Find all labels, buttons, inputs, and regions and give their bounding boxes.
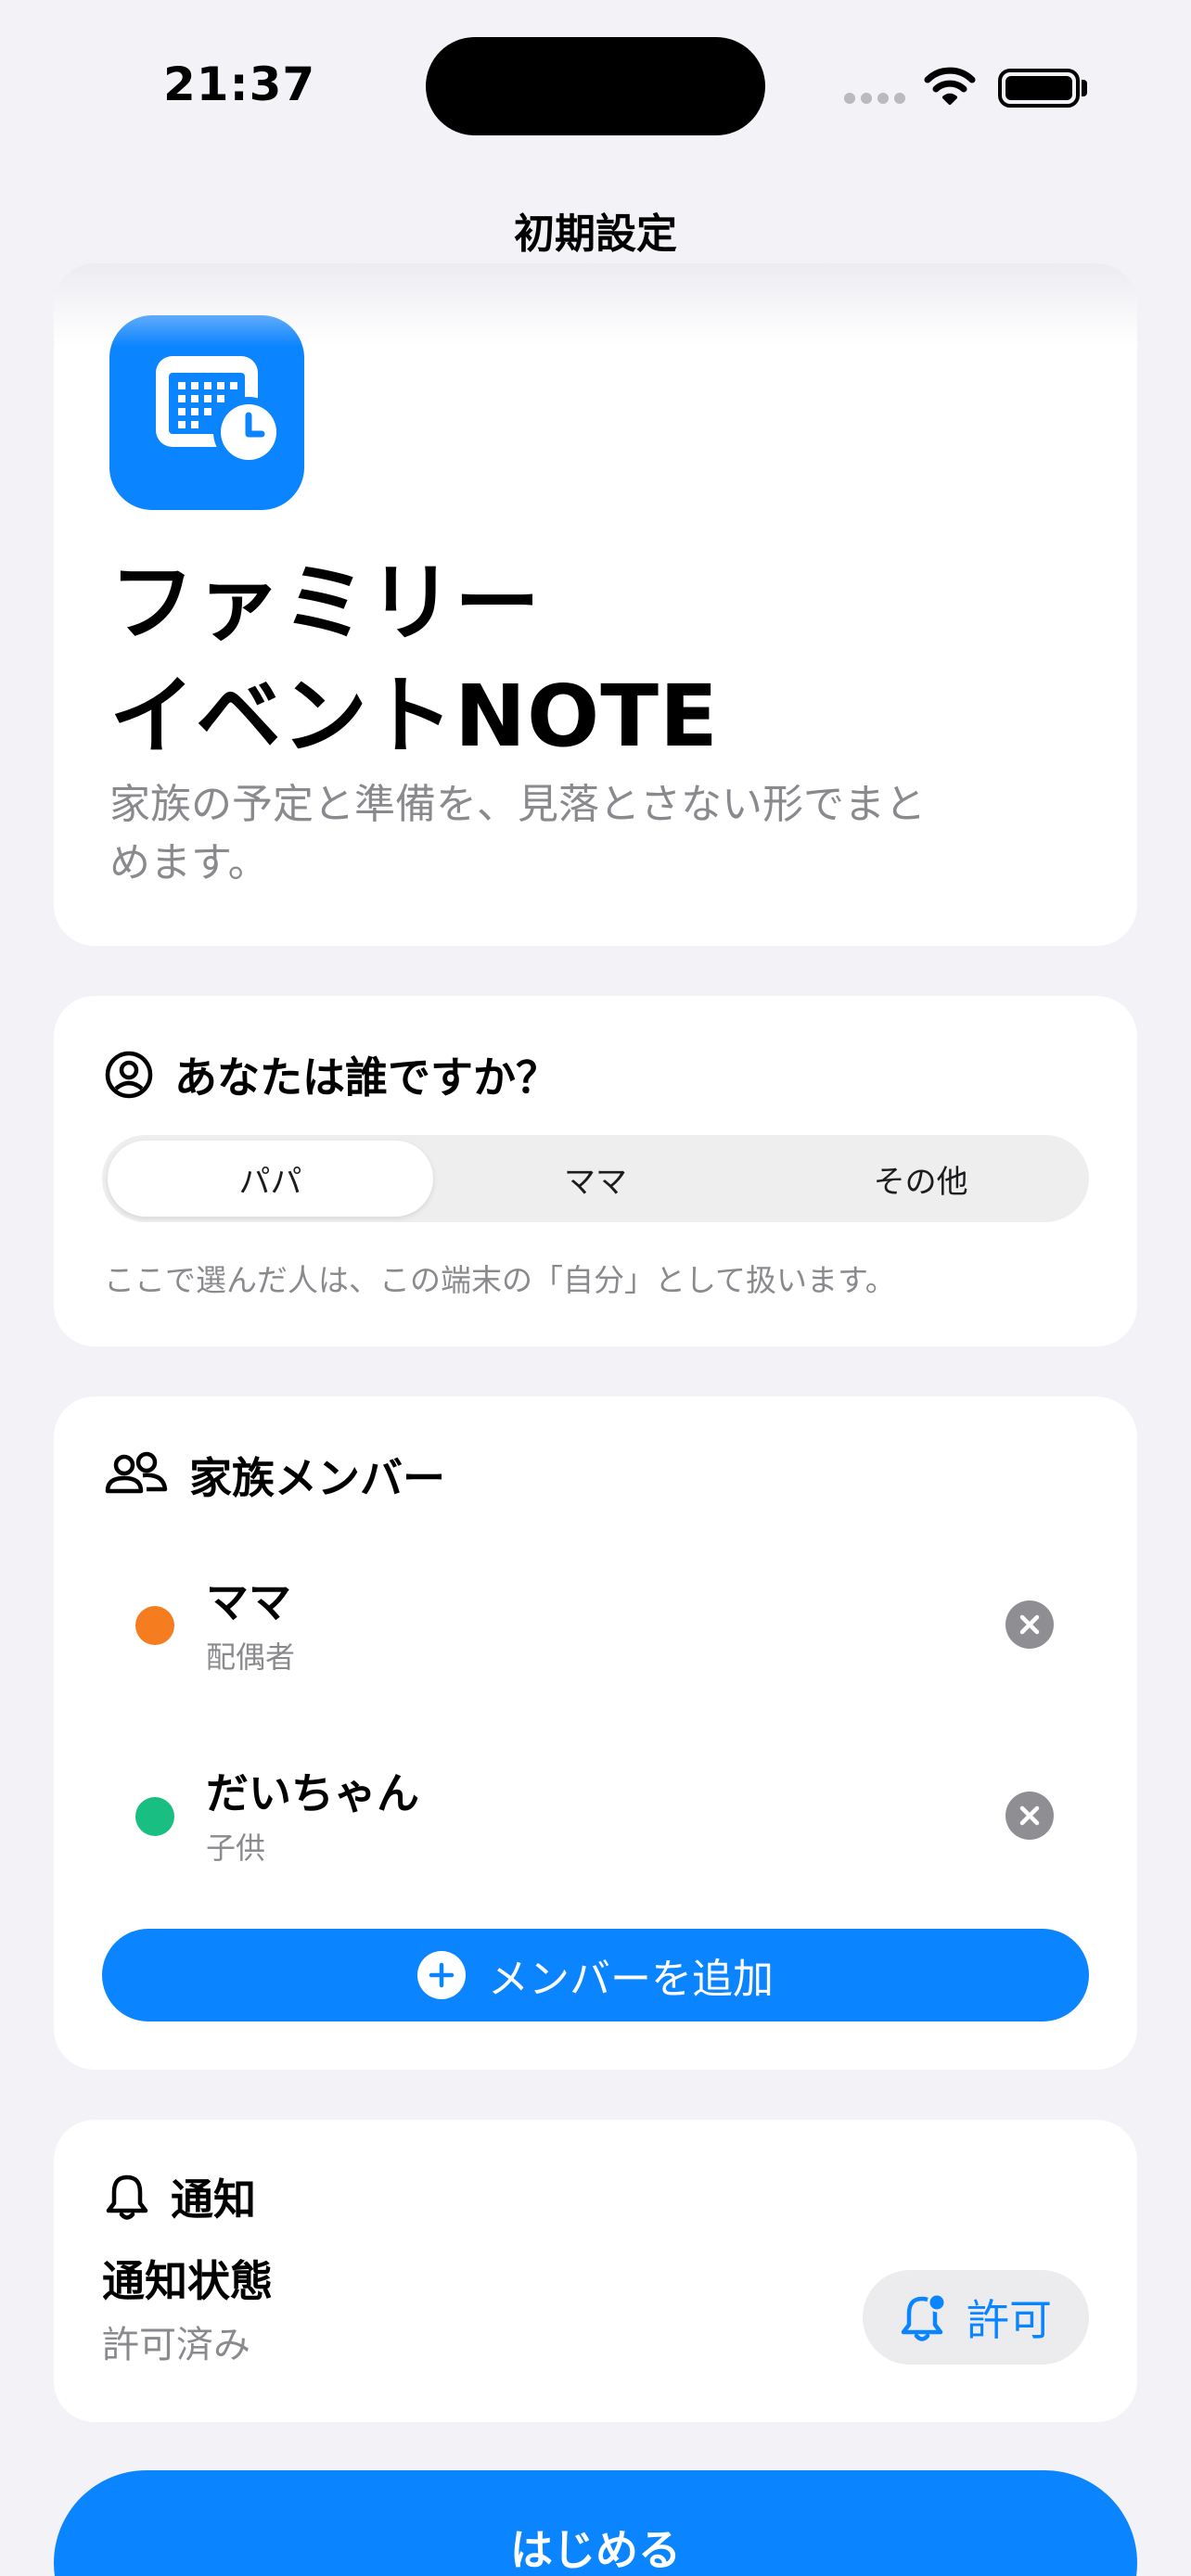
app-title-line2: イベントNOTE: [109, 667, 719, 766]
notifications-header: 通知: [104, 2166, 256, 2227]
member-color-dot: [135, 1797, 174, 1836]
app-title: ファミリー イベントNOTE: [109, 547, 719, 773]
start-button[interactable]: はじめる: [54, 2470, 1137, 2576]
who-card: あなたは誰ですか？ パパ ママ その他 ここで選んだ人は、この端末の「自分」とし…: [54, 996, 1137, 1346]
hero-top-fade: [54, 263, 1137, 347]
cellular-signal-icon: [844, 93, 905, 104]
plus-circle-icon: [417, 1951, 466, 1999]
notification-status-label: 通知状態: [102, 2256, 273, 2306]
who-hint: ここで選んだ人は、この端末の「自分」として扱います。: [104, 1262, 896, 1298]
allow-notifications-button[interactable]: 許可: [863, 2270, 1089, 2365]
member-role: 子供: [206, 1830, 266, 1866]
members-card: 家族メンバー ママ 配偶者 だいちゃん 子供 メンバーを追加: [54, 1396, 1137, 2070]
member-name: ママ: [206, 1577, 291, 1627]
setup-screen: 21:37 初期設定 ファミリー イベントNOTE 家族の予定と準備を、見落とさ…: [0, 0, 1191, 2576]
wifi-icon: [924, 67, 976, 105]
members-header: 家族メンバー: [104, 1445, 445, 1506]
remove-member-button[interactable]: [1005, 1792, 1054, 1840]
app-title-line1: ファミリー: [109, 554, 542, 653]
member-color-dot: [135, 1606, 174, 1645]
close-icon: [1019, 1805, 1040, 1826]
segment-papa[interactable]: パパ: [108, 1141, 433, 1217]
member-name: だいちゃん: [206, 1768, 419, 1818]
dynamic-island: [426, 37, 765, 135]
people-icon: [105, 1451, 168, 1494]
allow-label: 許可: [967, 2295, 1052, 2345]
person-circle-icon: [105, 1051, 153, 1099]
notification-status-value: 許可済み: [102, 2324, 250, 2366]
bell-icon: [106, 2174, 148, 2220]
nav-title: 初期設定: [514, 210, 677, 258]
notifications-title: 通知: [171, 2174, 256, 2225]
remove-member-button[interactable]: [1005, 1600, 1054, 1649]
members-title: 家族メンバー: [189, 1453, 445, 1503]
who-title: あなたは誰ですか？: [174, 1052, 558, 1103]
close-icon: [1019, 1614, 1040, 1635]
battery-icon: [998, 69, 1080, 108]
who-header: あなたは誰ですか？: [104, 1044, 558, 1105]
hero-card: ファミリー イベントNOTE 家族の予定と準備を、見落とさない形でまとめます。: [54, 263, 1137, 946]
segment-other[interactable]: その他: [758, 1141, 1083, 1217]
member-role: 配偶者: [206, 1639, 296, 1675]
status-time: 21:37: [163, 57, 316, 111]
member-row: だいちゃん 子供: [54, 1753, 1137, 1873]
role-segmented-control[interactable]: パパ ママ その他: [102, 1135, 1089, 1222]
notifications-card: 通知 通知状態 許可済み 許可: [54, 2120, 1137, 2422]
member-row: ママ 配偶者: [54, 1562, 1137, 1682]
app-description: 家族の予定と準備を、見落とさない形でまとめます。: [109, 781, 926, 886]
segment-mama[interactable]: ママ: [433, 1141, 759, 1217]
add-member-label: メンバーを追加: [488, 1956, 774, 2003]
battery-cap: [1082, 80, 1087, 96]
add-member-button[interactable]: メンバーを追加: [102, 1929, 1089, 2021]
bell-badge-icon: [901, 2292, 947, 2341]
